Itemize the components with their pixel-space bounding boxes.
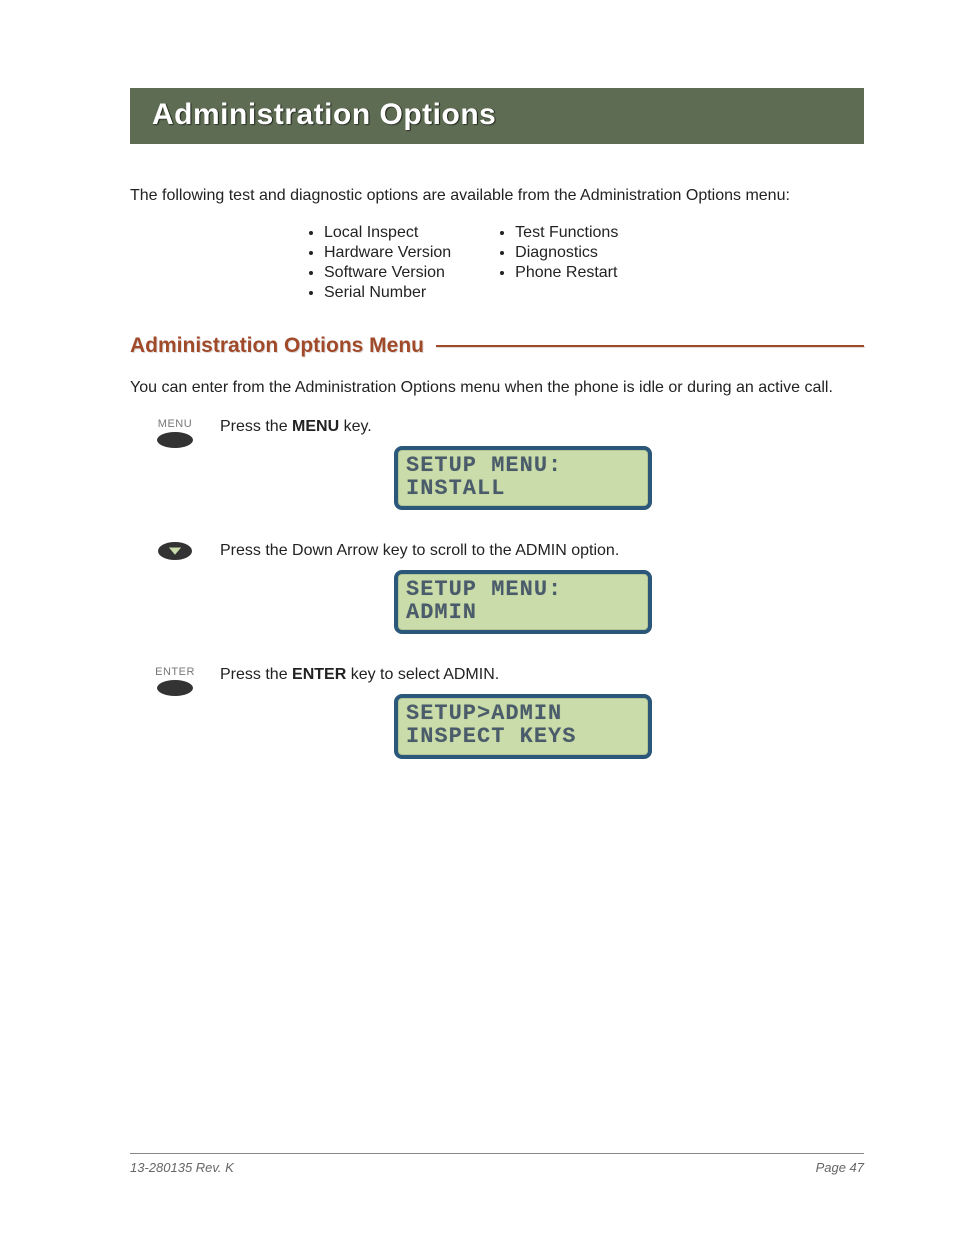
lcd-line: SETUP>ADMIN (406, 702, 640, 725)
list-item: Diagnostics (515, 244, 618, 262)
lcd-display: SETUP>ADMIN INSPECT KEYS (394, 694, 652, 758)
list-item: Phone Restart (515, 264, 618, 282)
key-label: MENU (157, 418, 193, 430)
section-heading: Administration Options Menu (130, 334, 424, 358)
options-columns: Local Inspect Hardware Version Software … (300, 222, 864, 304)
lcd-line: INSTALL (406, 477, 640, 500)
lcd-line: SETUP MENU: (406, 454, 640, 477)
section-heading-row: Administration Options Menu (130, 334, 864, 358)
lcd-line: INSPECT KEYS (406, 725, 640, 748)
key-icon: MENU (130, 416, 220, 448)
step: ENTER Press the ENTER key to select ADMI… (130, 664, 864, 772)
down-arrow-key-icon (158, 542, 192, 560)
step: Press the Down Arrow key to scroll to th… (130, 540, 864, 648)
heading-rule (436, 345, 864, 347)
key-icon (130, 540, 220, 560)
list-item: Hardware Version (324, 244, 451, 262)
section-text: You can enter from the Administration Op… (130, 376, 864, 400)
list-item: Software Version (324, 264, 451, 282)
options-col-1: Local Inspect Hardware Version Software … (300, 222, 451, 304)
lcd-line: SETUP MENU: (406, 578, 640, 601)
intro-text: The following test and diagnostic option… (130, 184, 864, 208)
options-col-2: Test Functions Diagnostics Phone Restart (491, 222, 618, 304)
menu-key-icon (157, 432, 193, 448)
footer-right: Page 47 (816, 1160, 864, 1175)
title-bar: Administration Options (130, 88, 864, 144)
step-text: Press the ENTER key to select ADMIN. (220, 666, 864, 684)
enter-key-icon (157, 680, 193, 696)
list-item: Local Inspect (324, 224, 451, 242)
page-footer: 13-280135 Rev. K Page 47 (130, 1153, 864, 1175)
lcd-line: ADMIN (406, 601, 640, 624)
step: MENU Press the MENU key. SETUP MENU: INS… (130, 416, 864, 524)
step-text: Press the MENU key. (220, 418, 864, 436)
step-text: Press the Down Arrow key to scroll to th… (220, 542, 864, 560)
lcd-display: SETUP MENU: ADMIN (394, 570, 652, 634)
lcd-display: SETUP MENU: INSTALL (394, 446, 652, 510)
list-item: Serial Number (324, 284, 451, 302)
page: Administration Options The following tes… (0, 0, 954, 1235)
footer-left: 13-280135 Rev. K (130, 1160, 234, 1175)
list-item: Test Functions (515, 224, 618, 242)
key-label: ENTER (155, 666, 195, 678)
key-icon: ENTER (130, 664, 220, 696)
page-title: Administration Options (152, 98, 842, 132)
